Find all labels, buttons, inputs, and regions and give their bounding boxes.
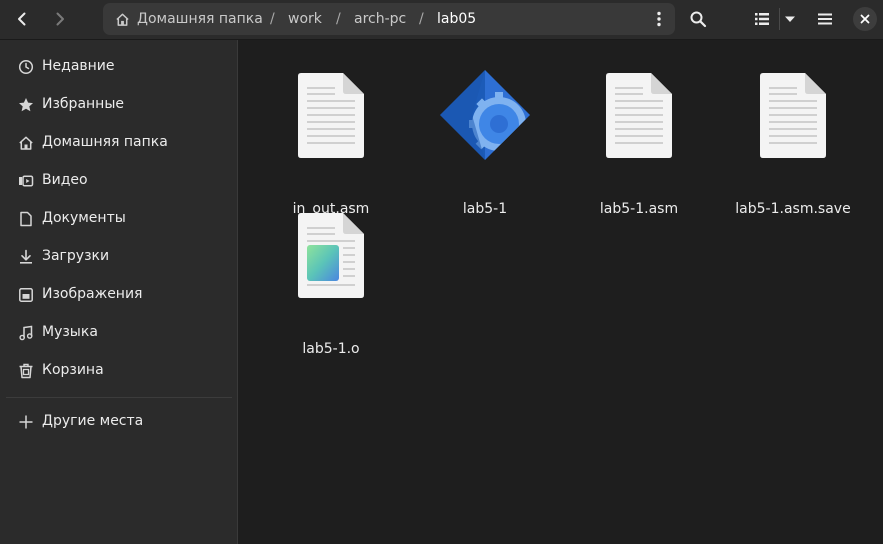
clock-icon xyxy=(18,59,34,75)
sidebar-item-label: Недавние xyxy=(42,58,115,74)
text-file-icon xyxy=(760,73,826,158)
main-menu-button[interactable] xyxy=(809,4,841,34)
forward-button[interactable] xyxy=(44,4,76,34)
file-name: lab5-1.o xyxy=(302,341,360,357)
sidebar-divider xyxy=(6,397,232,398)
sidebar-item-label: Домашняя папка xyxy=(42,134,168,150)
sidebar-item-label: Изображения xyxy=(42,286,143,302)
close-icon xyxy=(860,14,870,24)
go-previous-icon xyxy=(18,12,26,26)
sidebar-item-label: Избранные xyxy=(42,96,124,112)
file-item[interactable]: lab5-1.asm.save xyxy=(725,70,861,217)
sidebar-item-downloads[interactable]: Загрузки xyxy=(0,241,238,273)
list-view-icon xyxy=(755,13,769,25)
file-name: lab5-1.asm xyxy=(599,201,679,217)
file-item[interactable]: lab5-1 xyxy=(417,70,553,217)
text-file-icon xyxy=(298,73,364,158)
breadcrumb-arch-pc[interactable]: arch-pc xyxy=(354,11,406,27)
image-icon xyxy=(19,288,33,302)
download-icon xyxy=(20,249,32,264)
sidebar-item-label: Документы xyxy=(42,210,126,226)
home-icon xyxy=(19,136,33,150)
sidebar-item-music[interactable]: Музыка xyxy=(0,317,238,349)
search-button[interactable] xyxy=(682,4,714,34)
sidebar-item-label: Видео xyxy=(42,172,88,188)
sidebar-item-starred[interactable]: Избранные xyxy=(0,89,238,121)
object-file-icon xyxy=(298,213,364,298)
sidebar: Недавние Избранные Домашняя папка Видео … xyxy=(0,40,238,544)
hamburger-icon xyxy=(818,13,832,25)
sidebar-item-videos[interactable]: Видео xyxy=(0,165,238,197)
sidebar-item-home[interactable]: Домашняя папка xyxy=(0,127,238,159)
path-bar: Домашняя папка / work / arch-pc / lab05 xyxy=(103,3,675,35)
breadcrumb-home[interactable]: Домашняя папка xyxy=(137,11,263,27)
sidebar-item-label: Музыка xyxy=(42,324,98,340)
file-grid: in_out.asm lab5-1 lab5-1.asm lab5-1.asm.… xyxy=(239,40,883,544)
star-icon xyxy=(19,98,33,112)
sidebar-item-documents[interactable]: Документы xyxy=(0,203,238,235)
chevron-down-icon xyxy=(785,16,795,22)
file-item[interactable]: lab5-1.o xyxy=(263,210,399,357)
breadcrumb-work[interactable]: work xyxy=(288,11,322,27)
sidebar-item-trash[interactable]: Корзина xyxy=(0,355,238,387)
sidebar-item-label: Загрузки xyxy=(42,248,110,264)
file-item[interactable]: in_out.asm xyxy=(263,70,399,217)
breadcrumb-separator: / xyxy=(419,11,424,27)
search-icon xyxy=(690,11,707,28)
file-name: lab5-1 xyxy=(462,201,508,217)
close-button[interactable] xyxy=(853,7,877,31)
view-options-button[interactable] xyxy=(774,4,806,34)
trash-icon xyxy=(19,363,33,379)
sidebar-item-label: Другие места xyxy=(42,413,144,429)
text-file-icon xyxy=(606,73,672,158)
go-next-icon xyxy=(56,12,64,26)
sidebar-item-pictures[interactable]: Изображения xyxy=(0,279,238,311)
path-menu-button[interactable] xyxy=(647,7,671,31)
headerbar: Домашняя папка / work / arch-pc / lab05 xyxy=(0,0,883,40)
sidebar-item-recent[interactable]: Недавние xyxy=(0,51,238,83)
video-icon xyxy=(19,175,34,187)
music-icon xyxy=(19,325,33,341)
back-button[interactable] xyxy=(6,4,38,34)
file-name: lab5-1.asm.save xyxy=(735,201,851,217)
vertical-dots-icon xyxy=(657,11,661,27)
executable-file-icon xyxy=(440,70,530,160)
document-icon xyxy=(20,211,32,227)
breadcrumb-separator: / xyxy=(270,11,275,27)
breadcrumb-separator: / xyxy=(336,11,341,27)
home-icon xyxy=(116,13,129,26)
plus-icon xyxy=(19,415,33,429)
sidebar-item-other-locations[interactable]: Другие места xyxy=(0,406,238,438)
file-item[interactable]: lab5-1.asm xyxy=(571,70,707,217)
sidebar-item-label: Корзина xyxy=(42,362,104,378)
breadcrumb-lab05[interactable]: lab05 xyxy=(437,11,476,27)
